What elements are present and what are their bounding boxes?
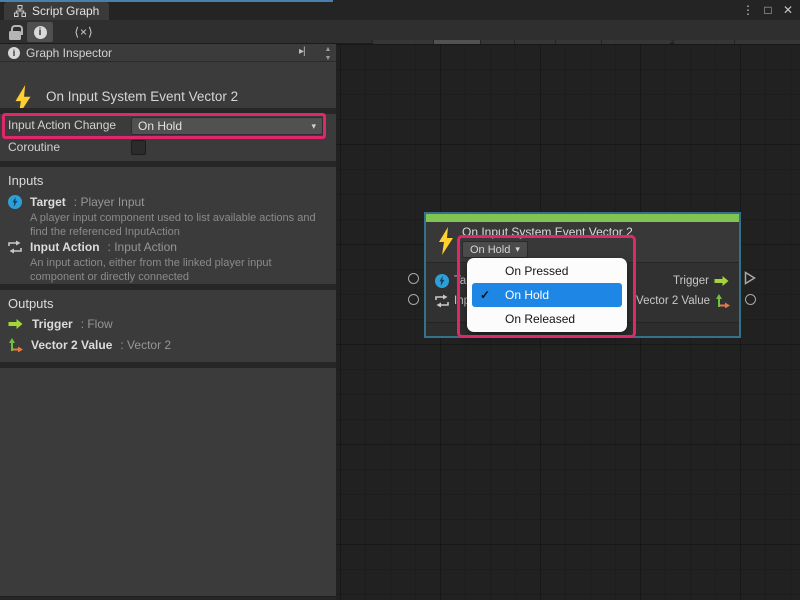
event-bolt-icon [436, 226, 456, 256]
tab-bar: Script Graph ⋮ □ ✕ [0, 0, 800, 20]
dropdown-value: On Hold [138, 119, 182, 133]
player-input-icon [435, 274, 449, 288]
scroll-down-icon[interactable]: ▼ [325, 54, 332, 63]
node-header: On Input System Event Vector 2 On Hold ▾ [426, 222, 739, 262]
vector2-icon [715, 294, 730, 308]
flow-arrow-icon [8, 318, 24, 330]
divider [0, 108, 336, 114]
script-graph-window: Script Graph ⋮ □ ✕ i ⟨×⟩ Sphere Zoom [0, 0, 800, 600]
node-event-color-bar [426, 214, 739, 222]
player-input-icon [8, 195, 22, 209]
trigger-port[interactable] [744, 271, 756, 290]
input-action-description: An input action, either from the linked … [30, 257, 336, 284]
panel-scrollbar[interactable]: ▲ ▼ [322, 45, 334, 63]
target-port[interactable] [408, 273, 419, 284]
graph-inspector-panel: i Graph Inspector ▸| ▲ ▼ On Input System… [0, 44, 336, 596]
coroutine-checkbox[interactable] [131, 140, 146, 155]
outputs-header: Outputs [8, 296, 54, 311]
input-target-description: A player input component used to list av… [30, 212, 336, 239]
chevron-down-icon: ▾ [311, 122, 316, 131]
dock-icon[interactable]: ▸| [299, 46, 305, 57]
dropdown-menu: On Pressed ✓ On Hold On Released [467, 258, 627, 332]
input-action-change-label: Input Action Change [8, 117, 116, 134]
panel-bottom-edge [0, 596, 336, 600]
input-action-port[interactable] [408, 294, 419, 305]
input-action-icon [8, 240, 22, 254]
window-controls: ⋮ □ ✕ [740, 2, 796, 18]
flow-arrow-icon [714, 275, 730, 287]
code-view-button[interactable]: ⟨×⟩ [62, 22, 106, 42]
panel-title: Graph Inspector [26, 46, 112, 60]
input-target-row: Target : Player Input [8, 195, 145, 209]
menu-item-on-pressed[interactable]: On Pressed [472, 259, 622, 283]
divider [0, 161, 336, 167]
coroutine-label: Coroutine [8, 139, 60, 156]
node-port-label-vector2: Vector 2 Value [636, 295, 710, 307]
tab-label: Script Graph [32, 4, 99, 18]
close-icon[interactable]: ✕ [780, 2, 796, 18]
info-icon: i [34, 26, 47, 39]
node-port-label-trigger: Trigger [673, 275, 709, 287]
node-title: On Input System Event Vector 2 [462, 225, 633, 239]
lock-icon [9, 31, 21, 40]
scroll-up-icon[interactable]: ▲ [325, 45, 332, 54]
window-menu-icon[interactable]: ⋮ [740, 2, 756, 18]
script-graph-icon [14, 5, 26, 17]
toolbar: i ⟨×⟩ Sphere Zoom 1x Relations Values Di… [0, 20, 800, 44]
menu-item-on-hold[interactable]: ✓ On Hold [472, 283, 622, 307]
vector2-icon [8, 338, 23, 352]
input-action-icon [435, 294, 449, 308]
check-icon: ✓ [480, 288, 490, 302]
menu-item-on-released[interactable]: On Released [472, 307, 622, 331]
triangle-port-icon [744, 271, 756, 285]
info-icon: i [8, 47, 20, 59]
chevron-down-icon: ▾ [515, 245, 520, 254]
inputs-header: Inputs [8, 173, 43, 188]
output-vector2-row: Vector 2 Value : Vector 2 [8, 338, 171, 352]
output-trigger-row: Trigger : Flow [8, 317, 113, 331]
divider [0, 362, 336, 368]
lock-button[interactable] [5, 22, 25, 42]
inspector-toggle-button[interactable]: i [27, 22, 53, 42]
divider [0, 284, 336, 290]
vector2-port[interactable] [745, 294, 756, 305]
input-action-row: Input Action : Input Action [8, 240, 177, 254]
tab-script-graph[interactable]: Script Graph [4, 2, 109, 20]
graph-inspector-header: i Graph Inspector [0, 44, 336, 62]
inspector-node-title: On Input System Event Vector 2 [46, 89, 238, 104]
node-dropdown-button[interactable]: On Hold ▾ [462, 241, 528, 258]
node-title-section: On Input System Event Vector 2 [0, 63, 336, 151]
input-action-change-dropdown[interactable]: On Hold ▾ [131, 117, 323, 135]
maximize-icon[interactable]: □ [760, 2, 776, 18]
